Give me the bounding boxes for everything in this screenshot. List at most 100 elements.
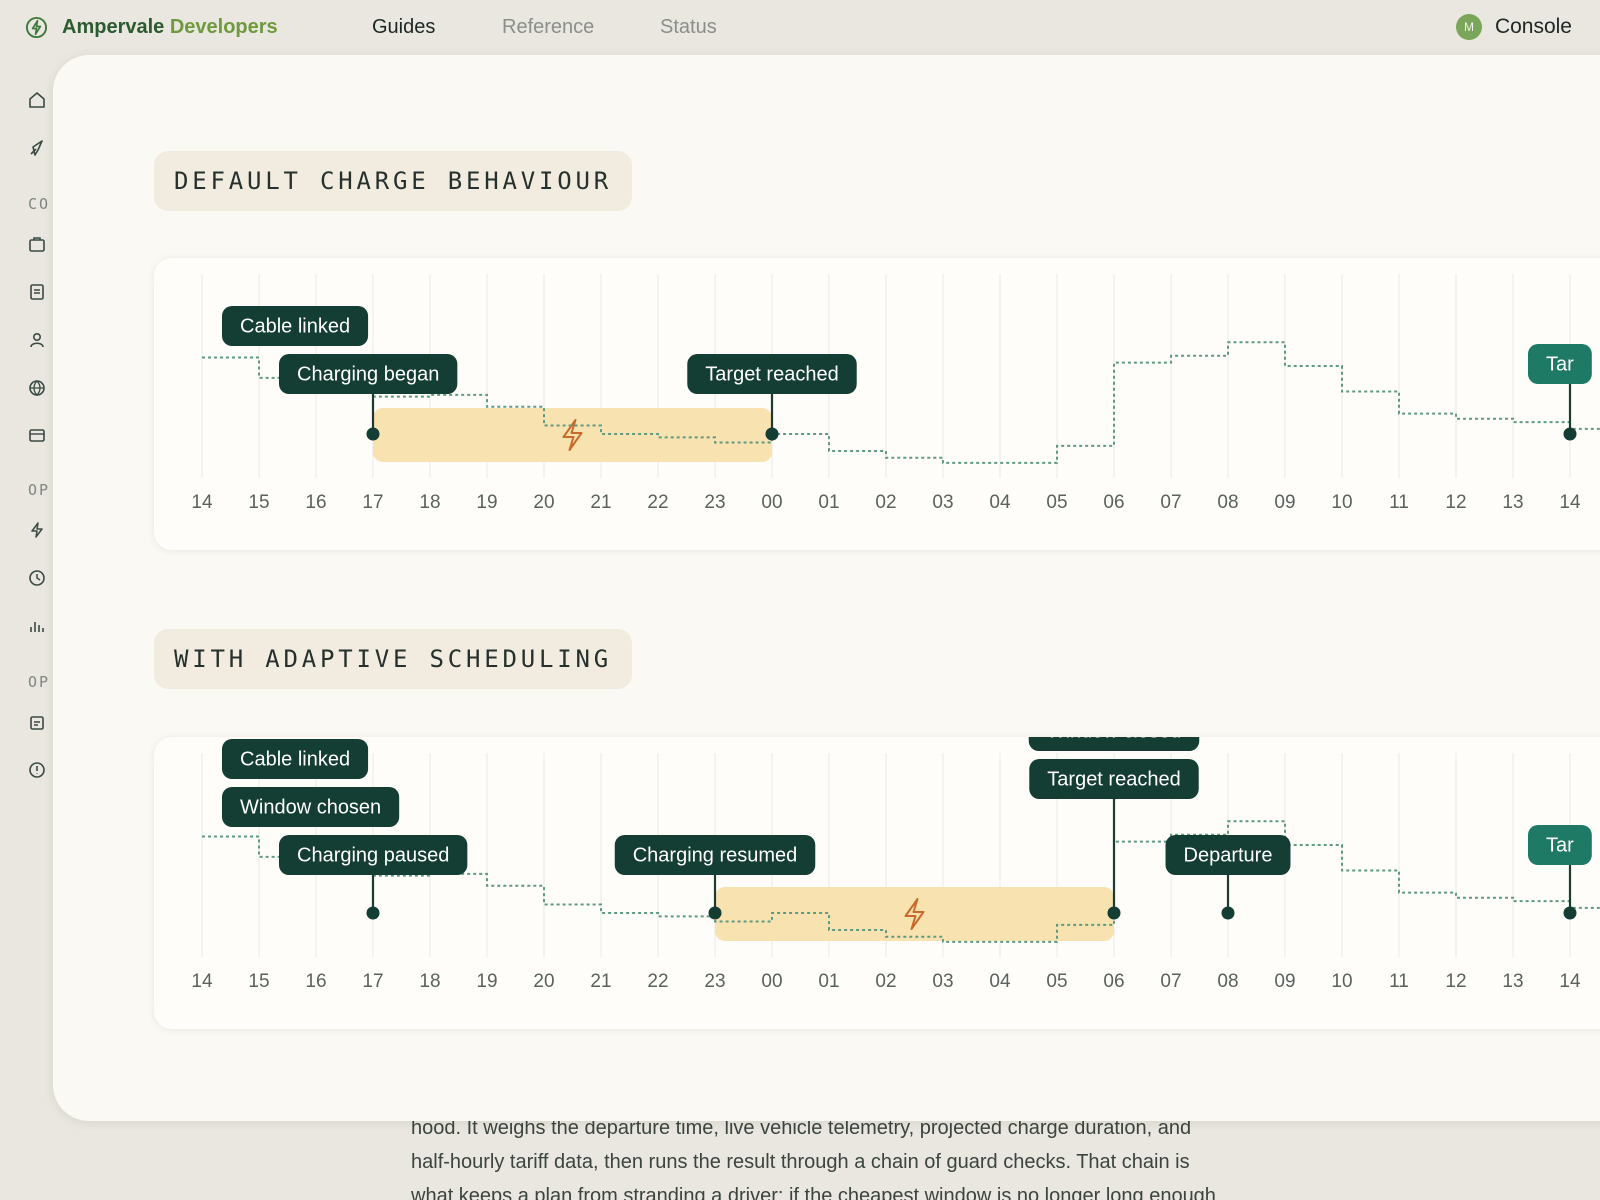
sidebar-group-label: OP xyxy=(28,673,51,691)
event-label: Departure xyxy=(1184,844,1273,866)
tick-label: 01 xyxy=(818,971,839,992)
event-pill: Charging paused xyxy=(279,835,468,875)
nav-link-guides[interactable]: Guides xyxy=(372,16,435,39)
console-button[interactable]: M Console xyxy=(1455,14,1572,40)
event-label: Charging paused xyxy=(297,844,449,866)
tick-label: 00 xyxy=(761,971,782,992)
tick-label: 18 xyxy=(419,492,440,513)
event-label: Charging resumed xyxy=(633,844,798,866)
clock-icon[interactable] xyxy=(27,568,47,588)
event-dot xyxy=(1107,906,1121,920)
nav-link-reference[interactable]: Reference xyxy=(502,16,594,39)
tick-label: 02 xyxy=(875,492,896,513)
note-icon[interactable] xyxy=(27,713,47,733)
tick-label: 23 xyxy=(704,971,725,992)
x-axis: 14 15 16 17 18 19 20 21 22 23 00 01 02 03 04 05 06 07 08 09… xyxy=(191,971,1581,992)
tick-label: 08 xyxy=(1217,492,1238,513)
tick-label: 06 xyxy=(1103,971,1124,992)
briefcase-icon[interactable] xyxy=(27,234,47,254)
tick-label: 17 xyxy=(362,971,383,992)
bar-chart-icon[interactable] xyxy=(27,616,47,636)
tick-label: 03 xyxy=(932,492,953,513)
timeline-chart-adaptive: 14 15 16 17 18 19 20 21 22 23 00 01 02 03 04 05 06 07 08 09… xyxy=(191,737,1600,992)
document-icon[interactable] xyxy=(27,282,47,302)
tick-label: 19 xyxy=(476,971,497,992)
event-label: Charging began xyxy=(297,363,439,385)
nav-link-status[interactable]: Status xyxy=(660,16,717,39)
tick-label: 11 xyxy=(1389,971,1409,992)
home-icon[interactable] xyxy=(27,90,47,110)
tick-label: 14 xyxy=(191,492,213,513)
rocket-icon[interactable] xyxy=(27,138,47,158)
x-axis: 14 15 16 17 18 19 20 21 22 23 00 01 02 03 04 05 06 07 08 09… xyxy=(191,492,1581,513)
tick-label: 22 xyxy=(647,492,668,513)
event-pill: Cable linked xyxy=(222,739,369,779)
tick-label: 07 xyxy=(1160,492,1181,513)
tick-label: 04 xyxy=(989,492,1011,513)
section-title-adaptive: WITH ADAPTIVE SCHEDULING xyxy=(154,629,632,689)
charge-window-band xyxy=(715,887,1114,941)
event-label: Cable linked xyxy=(240,315,350,337)
body-paragraph: hood. It weighs the departure time, live… xyxy=(411,1111,1291,1200)
event-dot xyxy=(1221,906,1235,920)
logo-bolt-icon[interactable] xyxy=(25,16,48,39)
timeline-chart-default: 14 15 16 17 18 19 20 21 22 23 00 01 02 03 04 05 06 07 08 09… xyxy=(191,274,1600,513)
tick-label: 09 xyxy=(1274,492,1295,513)
tick-label: 07 xyxy=(1160,971,1181,992)
alert-circle-icon[interactable] xyxy=(27,760,47,780)
event-label: Tar xyxy=(1546,834,1574,856)
tick-label: 12 xyxy=(1445,971,1466,992)
event-dot xyxy=(366,906,380,920)
card-icon[interactable] xyxy=(27,425,47,445)
tick-label: 12 xyxy=(1445,492,1466,513)
event-pill: Charging began xyxy=(279,354,458,394)
tick-label: 10 xyxy=(1331,492,1352,513)
tick-label: 10 xyxy=(1331,971,1352,992)
tick-label: 15 xyxy=(248,492,269,513)
tick-label: 11 xyxy=(1389,492,1409,513)
avatar: M xyxy=(1455,14,1482,40)
tick-label: 17 xyxy=(362,492,383,513)
event-pill: Cable linked xyxy=(222,306,369,346)
tick-label: 00 xyxy=(761,492,782,513)
tick-label: 13 xyxy=(1502,971,1523,992)
bolt-icon[interactable] xyxy=(27,520,47,540)
event-pill: Window closed xyxy=(1028,737,1200,751)
event-pill: Target reached xyxy=(687,354,857,394)
event-pill-teal: Tar xyxy=(1528,825,1592,865)
tick-label: 14 xyxy=(1559,492,1581,513)
brand-sub: Developers xyxy=(169,16,278,38)
tick-label: 05 xyxy=(1046,492,1067,513)
tick-label: 20 xyxy=(533,492,554,513)
top-navigation: Ampervale Developers Guides Reference St… xyxy=(0,0,1600,54)
event-pill: Charging resumed xyxy=(614,835,816,875)
globe-icon[interactable] xyxy=(27,378,47,398)
sidebar-group-label: OP xyxy=(28,481,51,499)
user-icon[interactable] xyxy=(27,330,47,350)
tick-label: 04 xyxy=(989,971,1011,992)
tick-label: 15 xyxy=(248,971,269,992)
body-line: half-hourly tariff data, then runs the r… xyxy=(411,1151,1190,1173)
tick-label: 21 xyxy=(590,492,611,513)
event-dot xyxy=(708,906,722,920)
tick-label: 03 xyxy=(932,971,953,992)
tick-label: 14 xyxy=(1559,971,1581,992)
brand-main: Ampervale xyxy=(62,16,165,38)
tick-label: 05 xyxy=(1046,971,1067,992)
tick-label: 06 xyxy=(1103,492,1124,513)
brand-name[interactable]: Ampervale Developers xyxy=(62,16,278,39)
tick-label: 16 xyxy=(305,971,326,992)
tick-label: 19 xyxy=(476,492,497,513)
event-label: Tar xyxy=(1546,353,1574,375)
body-line: what keeps a plan from stranding a drive… xyxy=(411,1185,1216,1200)
tick-label: 21 xyxy=(590,971,611,992)
console-label: Console xyxy=(1494,15,1572,38)
event-dot xyxy=(1563,427,1577,441)
tick-label: 23 xyxy=(704,492,725,513)
chart-panel-adaptive: 14 15 16 17 18 19 20 21 22 23 00 01 02 03 04 05 06 07 08 09… xyxy=(154,737,1600,1029)
event-label: Target reached xyxy=(705,363,838,385)
charge-window-band xyxy=(373,408,772,462)
event-dot xyxy=(1563,906,1577,920)
tick-label: 16 xyxy=(305,492,326,513)
tick-label: 22 xyxy=(647,971,668,992)
